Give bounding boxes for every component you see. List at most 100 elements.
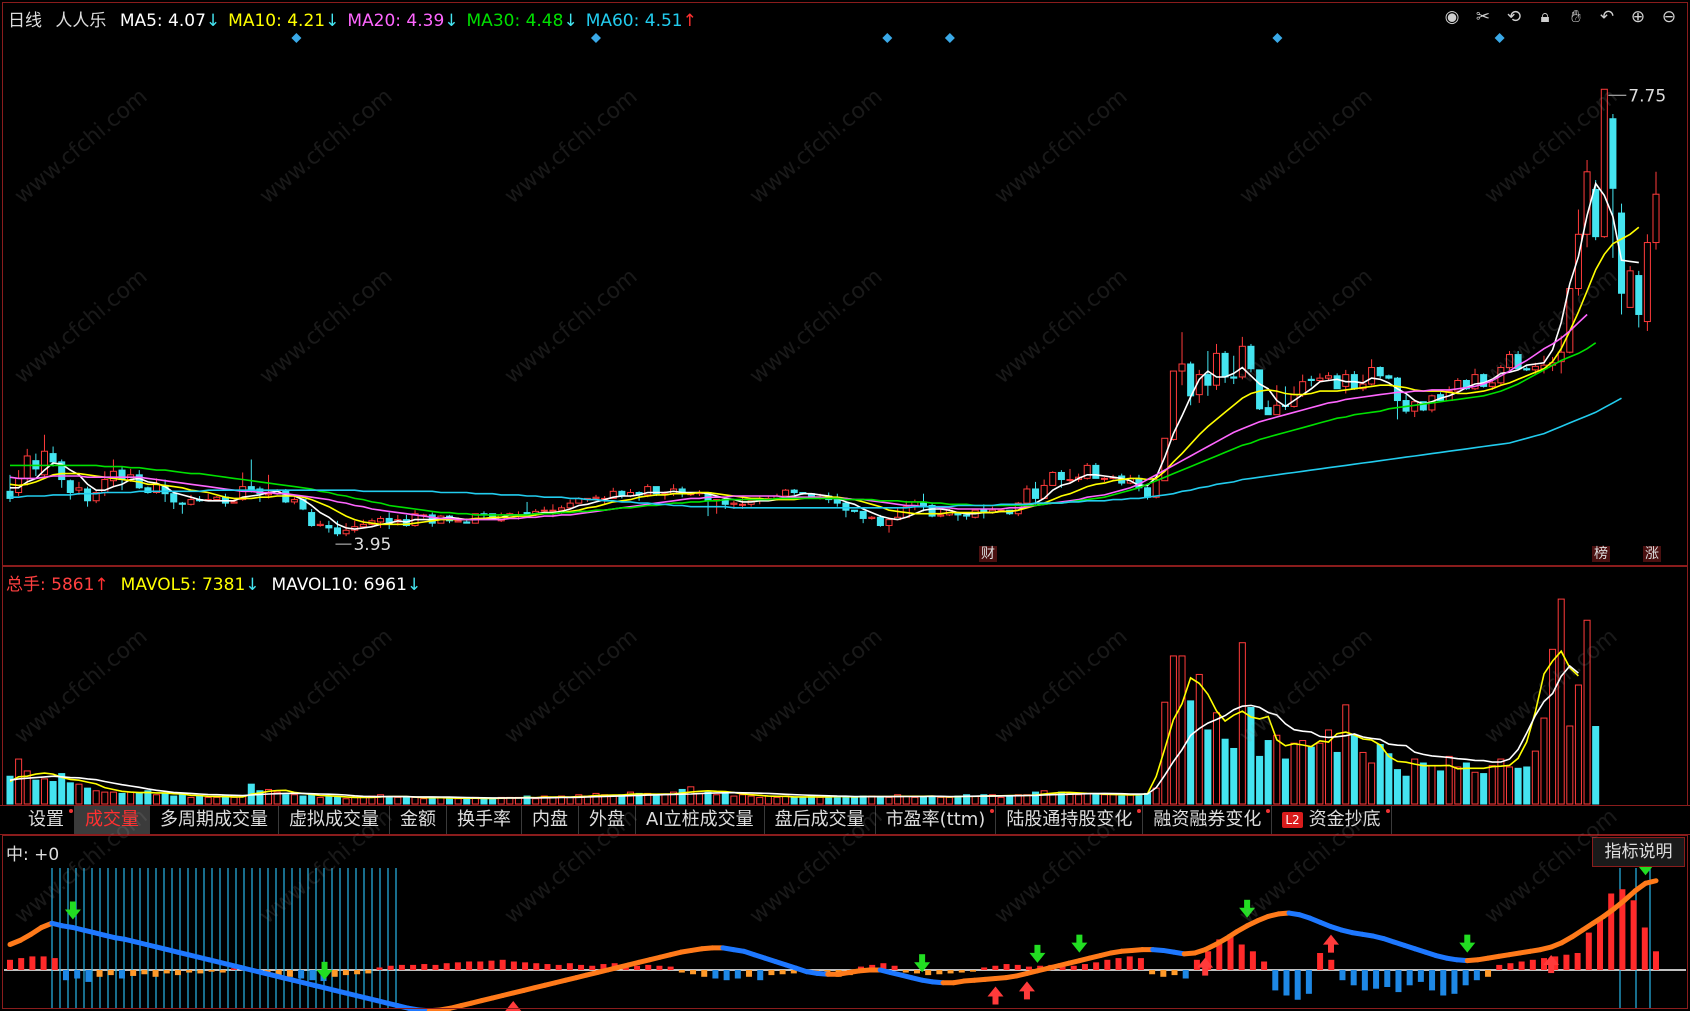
zoom-in-icon[interactable]: ⊕ xyxy=(1627,6,1649,28)
undo-icon[interactable]: ↶ xyxy=(1596,6,1618,28)
chart-canvas[interactable]: 7.75 3.95 xyxy=(0,0,1690,1011)
tab-4[interactable]: 金额 xyxy=(390,806,447,834)
candle-body xyxy=(23,455,31,479)
candle-body xyxy=(842,502,850,511)
indicator-bar xyxy=(1440,970,1447,996)
tab-7[interactable]: 外盘 xyxy=(579,806,636,834)
finance-marker[interactable]: 财 xyxy=(979,546,997,562)
indicator-bar xyxy=(1518,961,1525,970)
candle-body xyxy=(1066,479,1074,482)
indicator-explain-button[interactable]: 指标说明 xyxy=(1592,837,1685,867)
volume-bar xyxy=(1187,700,1195,805)
volume-bar xyxy=(1126,794,1134,805)
indicator-vertical-lines xyxy=(51,868,1651,1008)
indicator-bar xyxy=(992,965,999,970)
high-price-label: 7.75 xyxy=(1628,86,1666,106)
candle-body xyxy=(1230,376,1238,379)
indicator-bar xyxy=(1294,970,1301,1000)
candle-body xyxy=(342,529,350,535)
tab-13[interactable]: L2 资金抄底 xyxy=(1272,806,1392,834)
tab-5[interactable]: 换手率 xyxy=(447,806,522,834)
volume-bar xyxy=(1316,742,1324,805)
volume-bar xyxy=(1454,766,1462,805)
tab-label: 虚拟成交量 xyxy=(289,809,379,830)
indicator-bar xyxy=(533,963,540,970)
replay-icon[interactable]: ⟲ xyxy=(1503,6,1525,28)
indicator-bar xyxy=(969,970,976,972)
indicator-bar xyxy=(734,970,741,979)
indicator-bar xyxy=(1406,970,1413,986)
volume-bar xyxy=(118,792,126,805)
tab-0[interactable]: 设置 xyxy=(18,806,75,834)
volume-bar xyxy=(713,794,721,805)
volume-bar xyxy=(1471,771,1479,805)
candles-group xyxy=(6,88,1660,537)
volume-bar xyxy=(661,794,669,805)
tab-11[interactable]: 陆股通持股变化 xyxy=(996,806,1144,834)
volume-bar xyxy=(1040,790,1048,805)
indicator-bar xyxy=(1238,944,1245,970)
indicator-bar xyxy=(1093,962,1100,970)
candle-body xyxy=(1144,487,1152,498)
indicator-bar xyxy=(163,970,170,974)
scissors-icon[interactable]: ✂ xyxy=(1472,6,1494,28)
limit-up-marker[interactable]: 涨 xyxy=(1643,546,1661,562)
tab-9[interactable]: 盘后成交量 xyxy=(765,806,876,834)
tab-2[interactable]: 多周期成交量 xyxy=(150,806,279,834)
indicator-bar xyxy=(398,964,405,970)
indicator-bar xyxy=(544,964,551,970)
lock-icon[interactable]: 🔒︎ xyxy=(1534,6,1556,28)
buy-signal-arrow xyxy=(1322,934,1339,953)
zoom-out-icon[interactable]: ⊖ xyxy=(1658,6,1680,28)
candle-body xyxy=(549,509,557,512)
stock-name: 人人乐 xyxy=(55,11,107,31)
volume-bar xyxy=(161,792,169,805)
volume-bar xyxy=(1411,758,1419,805)
candle-body xyxy=(1523,368,1531,371)
candle-body xyxy=(1325,375,1333,379)
indicator-bar xyxy=(1630,900,1637,970)
indicator-tab-bar: 设置 成交量 多周期成交量 虚拟成交量 金额 换手率 内盘 外盘 AI立桩成交量 盘后成交量 市盈率… xyxy=(0,805,1690,835)
indicator-value-label: 中: +0 xyxy=(6,845,60,865)
indicator-bar xyxy=(1563,954,1570,970)
ma-trend-arrow: ↓ xyxy=(563,11,578,31)
indicator-bar xyxy=(1653,951,1659,970)
indicator-bar xyxy=(1070,965,1077,970)
sell-signal-arrow xyxy=(1459,934,1476,953)
hand-icon[interactable]: ✋︎ xyxy=(1565,6,1587,28)
candle-body xyxy=(859,510,867,519)
indicator-bar xyxy=(1574,953,1581,970)
indicator-bar xyxy=(1585,932,1592,970)
volume-bar xyxy=(756,796,764,805)
volume-bar xyxy=(1523,766,1531,805)
volume-bar xyxy=(204,796,212,805)
volume-bar xyxy=(1238,642,1246,805)
volume-bar xyxy=(687,786,695,805)
tab-10[interactable]: 市盈率(ttm) xyxy=(876,806,997,834)
indicator-bar xyxy=(342,970,349,976)
indicator-bar xyxy=(331,970,338,977)
volume-bar xyxy=(1144,792,1152,805)
ma-legend-item: MA30: 4.48↓ xyxy=(466,11,578,31)
tab-12[interactable]: 融资融券变化 xyxy=(1143,806,1273,834)
candle-body xyxy=(1221,352,1229,378)
volume-bar xyxy=(1505,766,1514,805)
tab-6[interactable]: 内盘 xyxy=(522,806,579,834)
indicator-bar xyxy=(219,970,226,973)
tab-8[interactable]: AI立桩成交量 xyxy=(636,806,765,834)
volume-bar xyxy=(1092,794,1100,805)
candle-body xyxy=(1100,477,1108,480)
eye-icon[interactable]: ◉ xyxy=(1441,6,1463,28)
candle-body xyxy=(187,499,195,505)
volume-trend-arrow: ↓ xyxy=(245,575,260,595)
indicator-bar xyxy=(141,970,148,975)
candle-body xyxy=(1411,401,1419,412)
tab-3[interactable]: 虚拟成交量 xyxy=(279,806,390,834)
tab-1[interactable]: 成交量 xyxy=(75,806,150,834)
volume-bar xyxy=(84,787,92,805)
rank-marker[interactable]: 榜 xyxy=(1592,546,1610,562)
period-label[interactable]: 日线 xyxy=(8,11,42,31)
candle-body xyxy=(1609,118,1617,189)
ma-line-ma20 xyxy=(9,313,1588,521)
volume-bar xyxy=(1204,729,1212,805)
